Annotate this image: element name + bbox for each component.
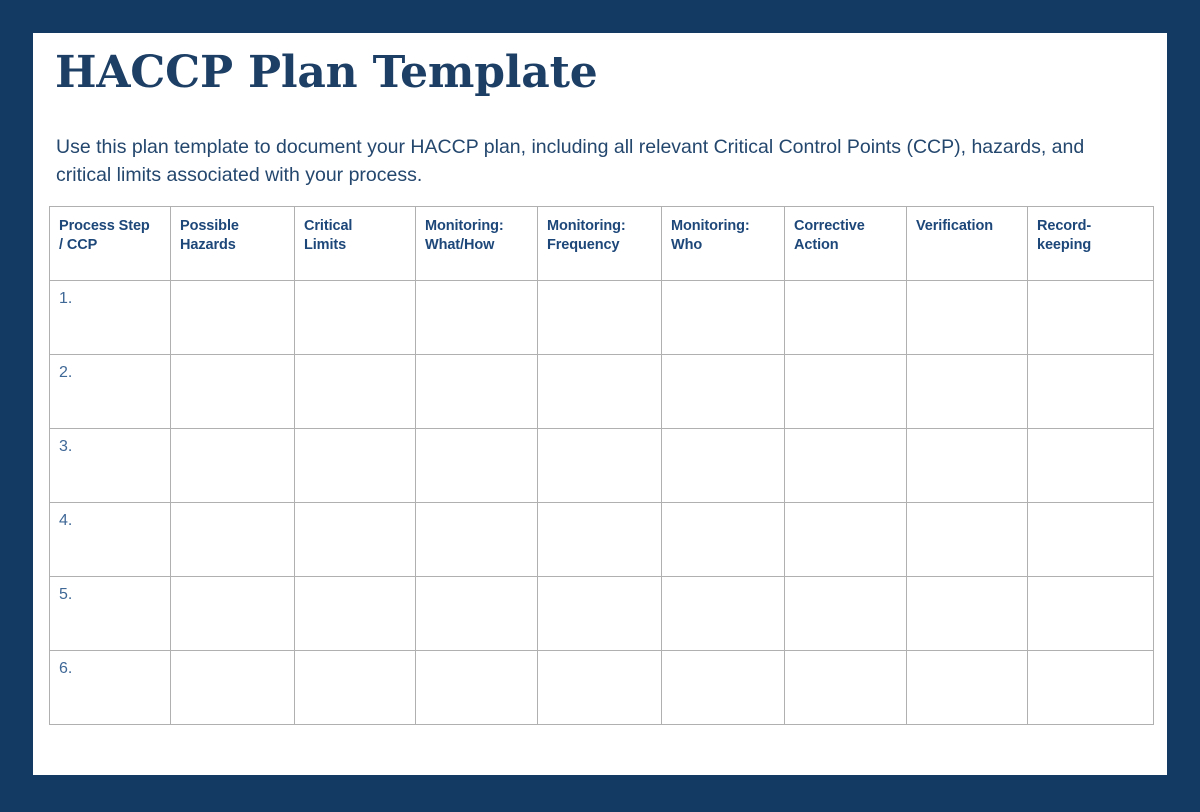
cell-verification[interactable]	[906, 354, 1028, 429]
haccp-table-container: Process Step / CCP Possible Hazards Crit…	[49, 206, 1154, 725]
column-header-line-1: Monitoring:	[547, 218, 626, 234]
cell-monitoring-frequency[interactable]	[537, 354, 662, 429]
cell-critical-limits[interactable]	[294, 576, 416, 651]
column-header-line-1: Verification	[916, 218, 993, 234]
column-header-monitoring-what-how: Monitoring: What/How	[415, 206, 538, 281]
column-header-line-2: What/How	[425, 236, 495, 253]
cell-critical-limits[interactable]	[294, 354, 416, 429]
cell-verification[interactable]	[906, 280, 1028, 355]
cell-verification[interactable]	[906, 650, 1028, 725]
row-number-cell[interactable]: 2.	[49, 354, 171, 429]
cell-corrective-action[interactable]	[784, 650, 907, 725]
cell-monitoring-who[interactable]	[661, 354, 785, 429]
cell-critical-limits[interactable]	[294, 502, 416, 577]
cell-monitoring-frequency[interactable]	[537, 428, 662, 503]
cell-monitoring-what-how[interactable]	[415, 354, 538, 429]
column-header-verification: Verification	[906, 206, 1028, 281]
cell-monitoring-frequency[interactable]	[537, 576, 662, 651]
row-number-cell[interactable]: 4.	[49, 502, 171, 577]
cell-monitoring-what-how[interactable]	[415, 650, 538, 725]
cell-record-keeping[interactable]	[1027, 428, 1154, 503]
page-subtitle: Use this plan template to document your …	[56, 136, 1085, 187]
cell-corrective-action[interactable]	[784, 502, 907, 577]
cell-monitoring-who[interactable]	[661, 428, 785, 503]
cell-record-keeping[interactable]	[1027, 354, 1154, 429]
cell-possible-hazards[interactable]	[170, 354, 295, 429]
cell-record-keeping[interactable]	[1027, 280, 1154, 355]
cell-verification[interactable]	[906, 576, 1028, 651]
cell-monitoring-who[interactable]	[661, 576, 785, 651]
column-header-corrective-action: Corrective Action	[784, 206, 907, 281]
cell-verification[interactable]	[906, 502, 1028, 577]
column-header-line-2: Frequency	[547, 236, 620, 253]
column-header-line-2: keeping	[1037, 236, 1092, 253]
cell-monitoring-frequency[interactable]	[537, 502, 662, 577]
cell-monitoring-frequency[interactable]	[537, 280, 662, 355]
cell-corrective-action[interactable]	[784, 428, 907, 503]
cell-possible-hazards[interactable]	[170, 650, 295, 725]
cell-monitoring-frequency[interactable]	[537, 650, 662, 725]
haccp-plan-table: Process Step / CCP Possible Hazards Crit…	[49, 206, 1154, 725]
column-header-record-keeping: Record- keeping	[1027, 206, 1154, 281]
column-header-line-2: Action	[794, 236, 839, 253]
column-header-possible-hazards: Possible Hazards	[170, 206, 295, 281]
cell-critical-limits[interactable]	[294, 650, 416, 725]
row-number-cell[interactable]: 5.	[49, 576, 171, 651]
row-number-cell[interactable]: 6.	[49, 650, 171, 725]
cell-possible-hazards[interactable]	[170, 576, 295, 651]
cell-possible-hazards[interactable]	[170, 428, 295, 503]
column-header-line-1: Monitoring:	[671, 218, 750, 234]
column-header-line-2: Who	[671, 236, 703, 253]
cell-record-keeping[interactable]	[1027, 576, 1154, 651]
document-page: HACCP Plan Template Use this plan templa…	[0, 0, 1200, 812]
cell-corrective-action[interactable]	[784, 576, 907, 651]
cell-critical-limits[interactable]	[294, 280, 416, 355]
column-header-line-2: / CCP	[59, 236, 98, 253]
column-header-monitoring-frequency: Monitoring: Frequency	[537, 206, 662, 281]
table-row: 4.	[49, 502, 1154, 577]
column-header-line-1: Possible	[180, 218, 239, 234]
row-number-cell[interactable]: 3.	[49, 428, 171, 503]
table-row: 2.	[49, 354, 1154, 429]
cell-monitoring-what-how[interactable]	[415, 502, 538, 577]
cell-possible-hazards[interactable]	[170, 280, 295, 355]
cell-monitoring-what-how[interactable]	[415, 280, 538, 355]
column-header-line-1: Corrective	[794, 218, 865, 234]
column-header-process-step: Process Step / CCP	[49, 206, 171, 281]
cell-monitoring-who[interactable]	[661, 280, 785, 355]
table-row: 6.	[49, 650, 1154, 725]
column-header-critical-limits: Critical Limits	[294, 206, 416, 281]
table-row: 3.	[49, 428, 1154, 503]
cell-corrective-action[interactable]	[784, 354, 907, 429]
table-row: 1.	[49, 280, 1154, 355]
cell-critical-limits[interactable]	[294, 428, 416, 503]
cell-monitoring-what-how[interactable]	[415, 576, 538, 651]
row-number-cell[interactable]: 1.	[49, 280, 171, 355]
cell-monitoring-who[interactable]	[661, 650, 785, 725]
cell-record-keeping[interactable]	[1027, 650, 1154, 725]
page-title: HACCP Plan Template	[55, 47, 598, 98]
column-header-line-2: Limits	[304, 236, 347, 253]
column-header-line-2: Hazards	[180, 236, 236, 253]
cell-record-keeping[interactable]	[1027, 502, 1154, 577]
column-header-monitoring-who: Monitoring: Who	[661, 206, 785, 281]
document-sheet: HACCP Plan Template Use this plan templa…	[33, 33, 1167, 775]
cell-verification[interactable]	[906, 428, 1028, 503]
cell-possible-hazards[interactable]	[170, 502, 295, 577]
column-header-line-1: Process Step	[59, 218, 150, 234]
column-header-line-1: Monitoring:	[425, 218, 504, 234]
column-header-line-1: Record-	[1037, 218, 1092, 234]
table-row: 5.	[49, 576, 1154, 651]
cell-monitoring-who[interactable]	[661, 502, 785, 577]
table-header-row: Process Step / CCP Possible Hazards Crit…	[49, 206, 1154, 281]
cell-corrective-action[interactable]	[784, 280, 907, 355]
column-header-line-1: Critical	[304, 218, 353, 234]
cell-monitoring-what-how[interactable]	[415, 428, 538, 503]
